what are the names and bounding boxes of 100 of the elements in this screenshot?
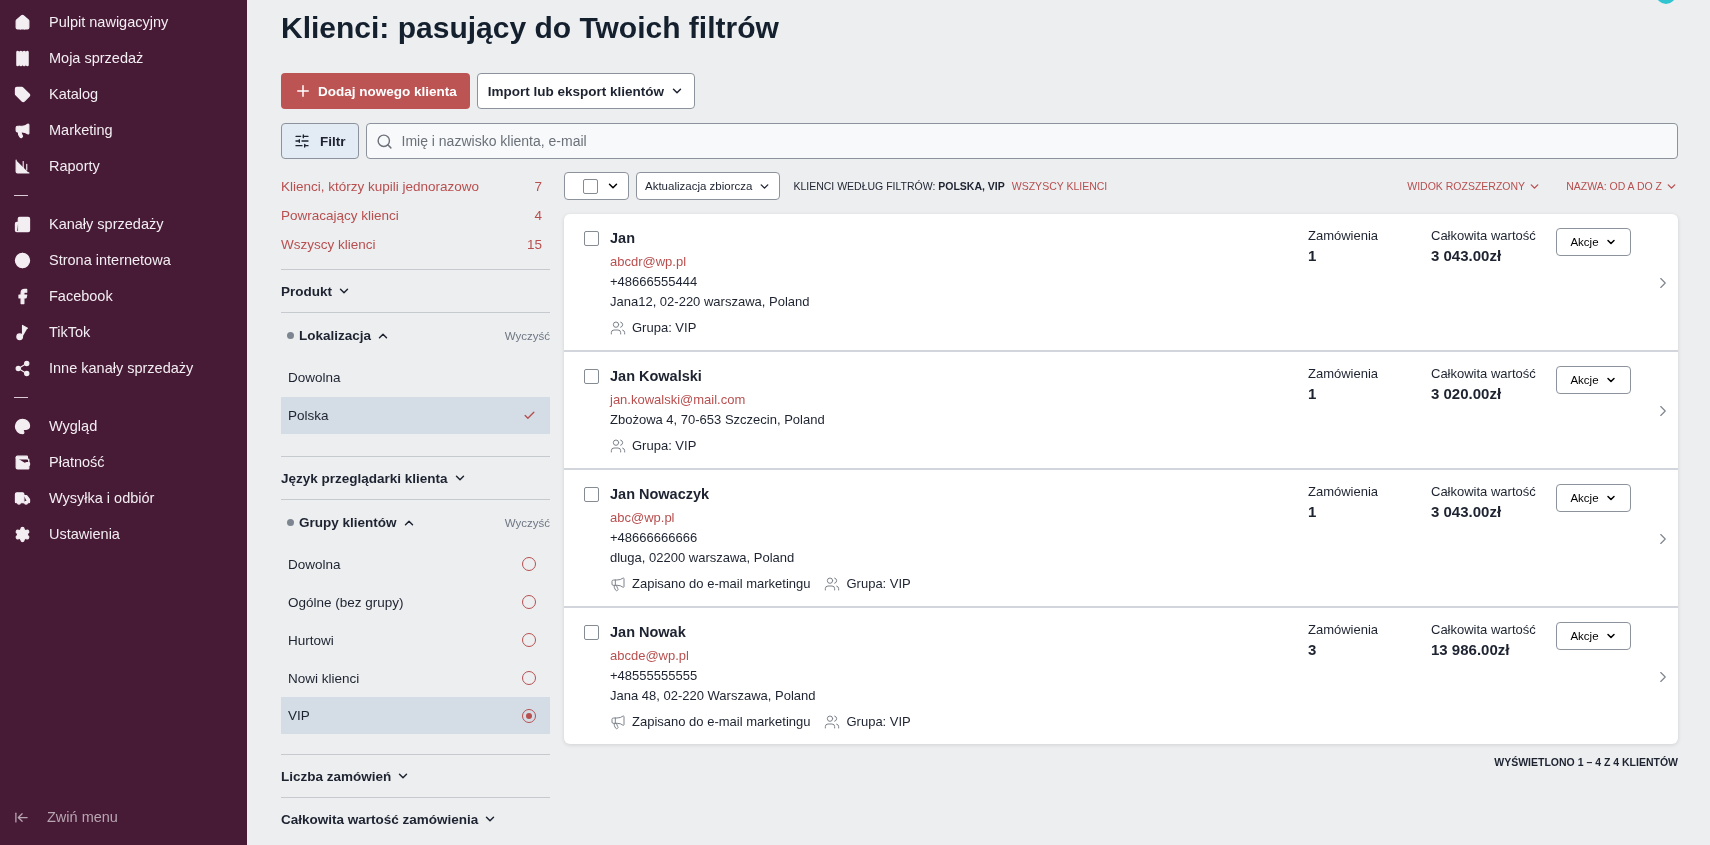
collapse-menu-link[interactable]: Zwiń menu — [0, 799, 247, 835]
checkbox[interactable] — [584, 625, 599, 640]
sliders-icon — [294, 133, 310, 149]
filter-section-toggle[interactable]: Liczba zamówień — [281, 768, 411, 784]
filter-option[interactable]: Dowolna — [281, 545, 550, 583]
filter-section-toggle[interactable]: Całkowita wartość zamówienia — [281, 811, 498, 827]
checkbox[interactable] — [584, 369, 599, 384]
add-customer-button[interactable]: Dodaj nowego klienta — [281, 73, 470, 109]
customer-name[interactable]: Jan Nowak — [610, 622, 1308, 642]
order-total: 3 020.00zł — [1431, 385, 1503, 402]
stat-label: Całkowita wartość — [1431, 622, 1537, 637]
customer-tag: Zapisano do e-mail marketingu — [632, 712, 811, 732]
users-icon — [610, 438, 626, 454]
customer-name[interactable]: Jan — [610, 228, 1308, 248]
customer-name[interactable]: Jan Nowaczyk — [610, 484, 1308, 504]
customer-phone: +48555555555 — [610, 667, 699, 685]
customer-address: dluga, 02200 warszawa, Poland — [610, 549, 796, 567]
sidebar-item[interactable]: Ustawienia — [0, 516, 247, 552]
filter-section-toggle[interactable]: Lokalizacja — [281, 328, 391, 343]
filter-option[interactable]: Ogólne (bez grupy) — [281, 583, 550, 621]
filter-option[interactable]: Polska — [281, 397, 550, 434]
customer-card[interactable]: Jan Kowalski jan.kowalski@mail.com Zbożowa 4, 70-653 Szczecin, Poland Grupa: VIP Zamówienia 1 Całkowita wartość 3 020.00zł Akcje — [564, 350, 1678, 468]
filter-section-toggle[interactable]: Grupy klientów — [281, 515, 416, 530]
stat-label: Całkowita wartość — [1431, 366, 1537, 381]
orders-count: 1 — [1308, 503, 1318, 520]
sidebar-item[interactable]: Inne kanały sprzedaży — [0, 350, 247, 386]
active-dot — [287, 332, 294, 339]
segment-link[interactable]: Klienci, którzy kupili jednorazowo 7 — [281, 172, 550, 201]
customer-address: Zbożowa 4, 70-653 Szczecin, Poland — [610, 411, 826, 429]
stat-label: Całkowita wartość — [1431, 228, 1537, 243]
stat-label: Zamówienia — [1308, 622, 1380, 637]
active-dot — [287, 519, 294, 526]
customer-tag: Grupa: VIP — [632, 318, 697, 338]
orders-count: 1 — [1308, 247, 1318, 264]
sidebar-item[interactable]: Katalog — [0, 76, 247, 112]
users-icon — [610, 320, 626, 336]
stat-label: Zamówienia — [1308, 366, 1380, 381]
customer-email[interactable]: abc@wp.pl — [610, 508, 1308, 528]
filter-section-toggle[interactable]: Produkt — [281, 283, 351, 299]
users-icon — [824, 714, 841, 730]
orders-count: 3 — [1308, 641, 1318, 658]
search-field[interactable]: Imię i nazwisko klienta, e-mail — [365, 123, 1678, 159]
actions-button[interactable]: Akcje — [1556, 228, 1631, 256]
clear-link[interactable]: Wyczyść — [504, 329, 550, 342]
megaphone-icon — [610, 576, 626, 592]
customer-card[interactable]: Jan Nowak abcde@wp.pl +48555555555 Jana 48, 02-220 Warszawa, Poland Zapisano do e-mail marketingu Grupa: VIP Zamówienia 3 Całkowita wartość 13 986.00zł Akcje — [564, 606, 1678, 744]
filter-section-toggle[interactable]: Język przeglądarki klienta — [281, 470, 467, 486]
filter-button[interactable]: Filtr — [281, 123, 359, 159]
customer-email[interactable]: abcde@wp.pl — [610, 646, 1308, 666]
segment-link[interactable]: Wszyscy klienci 15 — [281, 230, 550, 259]
customer-email[interactable]: abcdr@wp.pl — [610, 252, 1308, 272]
view-dropdown[interactable]: WIDOK ROZSZERZONY — [1407, 179, 1542, 193]
sidebar-item[interactable]: Moja sprzedaż — [0, 40, 247, 76]
sidebar-item[interactable]: TikTok — [0, 314, 247, 350]
sidebar-item[interactable]: Pulpit nawigacyjny — [0, 4, 247, 40]
filter-option[interactable]: VIP — [281, 697, 550, 734]
sidebar-item[interactable]: Raporty — [0, 148, 247, 184]
bulk-update-button[interactable]: Aktualizacja zbiorcza — [636, 172, 781, 200]
customer-tag: Zapisano do e-mail marketingu — [632, 574, 811, 594]
sidebar-item[interactable]: Marketing — [0, 112, 247, 148]
sidebar-item[interactable]: Strona internetowa — [0, 242, 247, 278]
import-export-button[interactable]: Import lub eksport klientów — [476, 73, 696, 109]
clear-link[interactable]: Wyczyść — [504, 516, 550, 529]
all-customers-link[interactable]: WSZYSCY KLIENCI — [1011, 180, 1108, 192]
sort-dropdown[interactable]: NAZWA: OD A DO Z — [1566, 179, 1678, 193]
filter-option[interactable]: Hurtowi — [281, 621, 550, 659]
customer-email[interactable]: jan.kowalski@mail.com — [610, 390, 1308, 410]
page-title: Klienci: pasujący do Twoich filtrów — [281, 10, 780, 46]
customer-tag: Grupa: VIP — [846, 574, 911, 594]
customer-name[interactable]: Jan Kowalski — [610, 366, 1308, 386]
search-icon — [375, 133, 393, 150]
actions-button[interactable]: Akcje — [1556, 484, 1631, 512]
sidebar-item[interactable]: Facebook — [0, 278, 247, 314]
sidebar-item[interactable]: Płatność — [0, 444, 247, 480]
stat-label: Zamówienia — [1308, 484, 1380, 499]
segment-link[interactable]: Powracający klienci 4 — [281, 201, 550, 230]
checkbox[interactable] — [584, 487, 599, 502]
checkbox[interactable] — [583, 178, 598, 194]
order-total: 3 043.00zł — [1431, 247, 1503, 264]
customer-address: Jana12, 02-220 warszawa, Poland — [610, 293, 811, 311]
stat-label: Zamówienia — [1308, 228, 1380, 243]
results-count: WYŚWIETLONO 1 – 4 Z 4 KLIENTÓW — [1494, 756, 1678, 768]
customer-phone: +48666555444 — [610, 273, 699, 291]
checkbox[interactable] — [584, 231, 599, 246]
actions-button[interactable]: Akcje — [1556, 366, 1631, 394]
order-total: 13 986.00zł — [1431, 641, 1511, 658]
sidebar-item[interactable]: Wysyłka i odbiór — [0, 480, 247, 516]
sidebar-item[interactable]: Kanały sprzedaży — [0, 206, 247, 242]
customer-card[interactable]: Jan Nowaczyk abc@wp.pl +48666666666 dluga, 02200 warszawa, Poland Zapisano do e-mail marketingu Grupa: VIP Zamówienia 1 Całkowita wartość 3 043.00zł Akcje — [564, 468, 1678, 606]
customer-tag: Grupa: VIP — [632, 436, 697, 456]
sidebar-item[interactable]: Wygląd — [0, 408, 247, 444]
select-all-dropdown[interactable] — [564, 172, 629, 200]
filter-option[interactable]: Nowi klienci — [281, 659, 550, 697]
orders-count: 1 — [1308, 385, 1318, 402]
customer-tag: Grupa: VIP — [846, 712, 911, 732]
filter-option[interactable]: Dowolna — [281, 358, 550, 397]
customer-card[interactable]: Jan abcdr@wp.pl +48666555444 Jana12, 02-220 warszawa, Poland Grupa: VIP Zamówienia 1 Całkowita wartość 3 043.00zł Akcje — [564, 214, 1678, 350]
check-icon — [523, 409, 536, 422]
order-total: 3 043.00zł — [1431, 503, 1503, 520]
actions-button[interactable]: Akcje — [1556, 622, 1631, 650]
